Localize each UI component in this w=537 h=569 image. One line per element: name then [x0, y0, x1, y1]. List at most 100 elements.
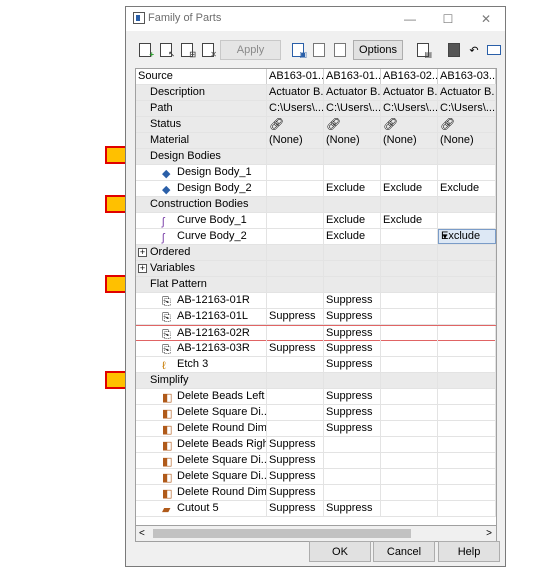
cell[interactable] [381, 437, 438, 452]
cell[interactable]: Exclude [324, 181, 381, 196]
save-button[interactable] [444, 40, 464, 60]
cell[interactable]: Suppress [324, 293, 381, 308]
cell[interactable] [267, 389, 324, 404]
scroll-left-icon[interactable]: < [139, 526, 145, 541]
ok-button[interactable]: OK [309, 541, 371, 562]
cell[interactable] [267, 181, 324, 196]
cell[interactable] [381, 389, 438, 404]
row-label[interactable]: ⎘ AB-12163-03R [136, 341, 267, 356]
cell[interactable] [324, 165, 381, 180]
cell[interactable]: Exclude [324, 213, 381, 228]
undo-button[interactable]: ↶ [464, 40, 484, 60]
cell[interactable]: 🔗︎ [381, 117, 438, 132]
report-button[interactable]: ▤ [413, 40, 433, 60]
row-label[interactable]: ◧Delete Beads Righ... [136, 437, 267, 452]
cell[interactable] [267, 421, 324, 436]
cell[interactable]: Suppress [324, 405, 381, 420]
cell[interactable] [381, 357, 438, 372]
cell[interactable]: Suppress [267, 309, 324, 324]
cell[interactable] [381, 229, 438, 244]
cell[interactable]: (None) [381, 133, 438, 148]
group-label-simplify[interactable]: Simplify [136, 373, 267, 388]
row-label[interactable]: ◆ Design Body_2 [136, 181, 267, 196]
cell[interactable]: C:\Users\... [324, 101, 381, 116]
cell[interactable]: Suppress [324, 309, 381, 324]
cell[interactable] [381, 165, 438, 180]
cell[interactable] [381, 326, 438, 341]
row-label[interactable]: ◧ Delete Round Dim... [136, 485, 267, 500]
cell[interactable] [324, 437, 381, 452]
cell[interactable] [438, 437, 496, 452]
cell[interactable]: Suppress [324, 421, 381, 436]
cell[interactable] [381, 341, 438, 356]
cell[interactable] [438, 357, 496, 372]
cell[interactable] [438, 485, 496, 500]
cell[interactable] [438, 501, 496, 516]
cell[interactable] [267, 326, 324, 341]
cancel-button[interactable]: Cancel [373, 541, 435, 562]
cell[interactable]: Actuator B... [381, 85, 438, 100]
cell[interactable]: C:\Users\... [438, 101, 496, 116]
cell[interactable] [438, 453, 496, 468]
cell[interactable] [267, 357, 324, 372]
add-member-button[interactable]: ↖ [156, 40, 176, 60]
cell[interactable]: Suppress [324, 341, 381, 356]
copy-member-button[interactable] [309, 40, 329, 60]
row-label[interactable]: ⎘ AB-12163-01R [136, 293, 267, 308]
cell[interactable] [267, 293, 324, 308]
row-label[interactable]: ◧ Delete Round Dim... [136, 421, 267, 436]
cell[interactable]: Suppress [324, 501, 381, 516]
cell[interactable]: Suppress [267, 437, 324, 452]
cell[interactable]: Suppress [324, 357, 381, 372]
group-label-design-bodies[interactable]: Design Bodies [136, 149, 267, 164]
column-header-member-1[interactable]: AB163-01... [267, 69, 324, 84]
cell[interactable] [381, 405, 438, 420]
group-label-flat-pattern[interactable]: Flat Pattern [136, 277, 267, 292]
cell[interactable]: Actuator B... [438, 85, 496, 100]
cell[interactable]: C:\Users\... [267, 101, 324, 116]
row-label[interactable]: ◧ Delete Square Di... [136, 453, 267, 468]
cell[interactable]: C:\Users\... [381, 101, 438, 116]
cell[interactable] [324, 453, 381, 468]
cell[interactable]: Suppress [267, 485, 324, 500]
group-label-ordered[interactable]: + Ordered [136, 245, 267, 260]
scrollbar-thumb[interactable] [153, 529, 411, 538]
minimize-button[interactable]: — [396, 10, 424, 28]
cell[interactable] [381, 453, 438, 468]
cell[interactable]: Actuator B... [267, 85, 324, 100]
options-button[interactable]: Options [353, 40, 403, 60]
cell[interactable] [438, 326, 496, 341]
cell[interactable]: 🔗︎ [438, 117, 496, 132]
cell[interactable]: Suppress [267, 469, 324, 484]
cell[interactable] [438, 389, 496, 404]
cell[interactable]: Suppress [267, 453, 324, 468]
help-button[interactable]: Help [438, 541, 500, 562]
cell[interactable] [438, 341, 496, 356]
cell[interactable] [381, 293, 438, 308]
cell[interactable] [438, 309, 496, 324]
cell[interactable]: Suppress [267, 501, 324, 516]
row-label[interactable]: ʃ Curve Body_1 [136, 213, 267, 228]
cell[interactable] [381, 421, 438, 436]
expand-variables-icon[interactable]: + [138, 264, 147, 273]
cell[interactable] [267, 229, 324, 244]
cell[interactable]: 🔗︎ [267, 117, 324, 132]
delete-member-button[interactable]: ✕ [198, 40, 218, 60]
cell[interactable] [267, 213, 324, 228]
scroll-right-icon[interactable]: > [486, 526, 492, 541]
group-label-variables[interactable]: + Variables [136, 261, 267, 276]
cell[interactable]: Exclude [381, 213, 438, 228]
cell[interactable] [381, 309, 438, 324]
print-button[interactable] [484, 40, 504, 60]
cell[interactable]: (None) [438, 133, 496, 148]
add-all-button[interactable]: ⊞ [177, 40, 197, 60]
column-header-member-3[interactable]: AB163-02... [381, 69, 438, 84]
row-label[interactable]: ⎘ AB-12163-02R [136, 326, 267, 341]
cell[interactable]: Exclude [324, 229, 381, 244]
cell[interactable] [267, 165, 324, 180]
cell[interactable] [438, 469, 496, 484]
cell[interactable] [381, 485, 438, 500]
cell[interactable] [267, 405, 324, 420]
row-label[interactable]: ʃ Curve Body_2 [136, 229, 267, 244]
cell[interactable] [438, 165, 496, 180]
